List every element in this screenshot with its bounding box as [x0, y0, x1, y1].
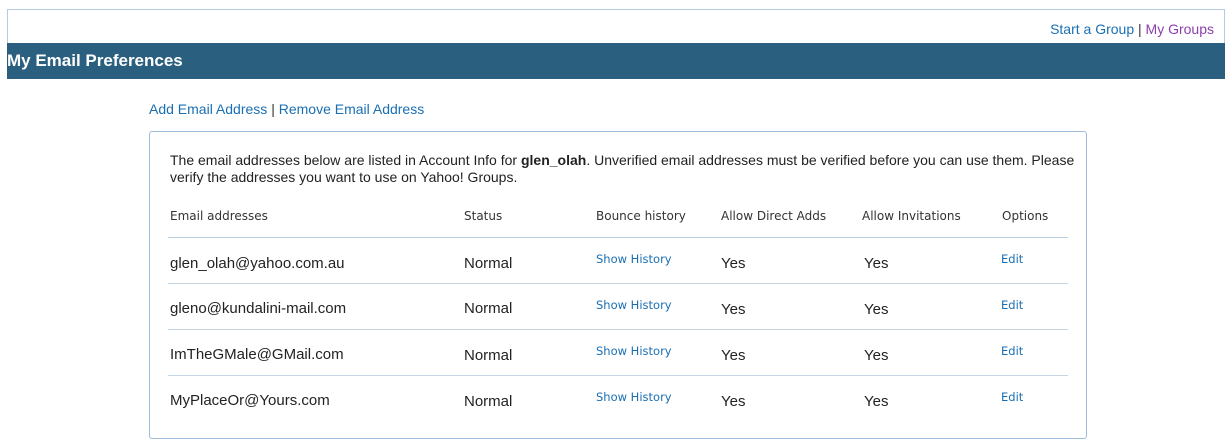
direct-adds-cell: Yes	[721, 347, 746, 364]
nav-separator: |	[1138, 21, 1142, 37]
page-title: My Email Preferences	[7, 51, 183, 70]
direct-adds-cell: Yes	[721, 393, 746, 410]
edit-link[interactable]: Edit	[1001, 390, 1023, 404]
status-cell: Normal	[464, 347, 513, 364]
show-history-link[interactable]: Show History	[596, 252, 672, 266]
header-divider	[168, 237, 1068, 238]
header-allow-invitations: Allow Invitations	[862, 209, 961, 223]
invitations-cell: Yes	[864, 255, 889, 272]
show-history-link[interactable]: Show History	[596, 390, 672, 404]
edit-link[interactable]: Edit	[1001, 344, 1023, 358]
invitations-cell: Yes	[864, 347, 889, 364]
direct-adds-cell: Yes	[721, 255, 746, 272]
intro-text-before: The email addresses below are listed in …	[170, 152, 521, 168]
header-status: Status	[464, 209, 503, 223]
add-email-link[interactable]: Add Email Address	[149, 101, 267, 117]
status-cell: Normal	[464, 255, 513, 272]
email-cell: glen_olah@yahoo.com.au	[170, 255, 345, 272]
invitations-cell: Yes	[864, 301, 889, 318]
actions-separator: |	[271, 101, 275, 117]
email-cell: ImTheGMale@GMail.com	[170, 346, 344, 363]
email-addresses-panel: The email addresses below are listed in …	[149, 131, 1087, 439]
email-actions: Add Email Address | Remove Email Address	[149, 101, 424, 117]
header-bounce-history: Bounce history	[596, 209, 686, 223]
email-cell: gleno@kundalini-mail.com	[170, 300, 347, 317]
status-cell: Normal	[464, 393, 513, 410]
my-groups-link[interactable]: My Groups	[1146, 21, 1214, 37]
top-nav: Start a Group | My Groups	[1050, 21, 1214, 37]
page-header-bar: My Email Preferences	[7, 43, 1225, 79]
edit-link[interactable]: Edit	[1001, 298, 1023, 312]
row-divider	[168, 283, 1068, 284]
remove-email-link[interactable]: Remove Email Address	[279, 101, 425, 117]
intro-username: glen_olah	[520, 152, 587, 168]
invitations-cell: Yes	[864, 393, 889, 410]
show-history-link[interactable]: Show History	[596, 344, 672, 358]
intro-text: The email addresses below are listed in …	[170, 152, 1075, 186]
edit-link[interactable]: Edit	[1001, 252, 1023, 266]
show-history-link[interactable]: Show History	[596, 298, 672, 312]
status-cell: Normal	[464, 300, 513, 317]
row-divider	[168, 375, 1068, 376]
start-group-link[interactable]: Start a Group	[1050, 21, 1134, 37]
header-email-addresses: Email addresses	[170, 209, 268, 223]
direct-adds-cell: Yes	[721, 301, 746, 318]
header-options: Options	[1002, 209, 1049, 223]
header-allow-direct-adds: Allow Direct Adds	[721, 209, 827, 223]
row-divider	[168, 329, 1068, 330]
email-cell: MyPlaceOr@Yours.com	[170, 392, 330, 409]
